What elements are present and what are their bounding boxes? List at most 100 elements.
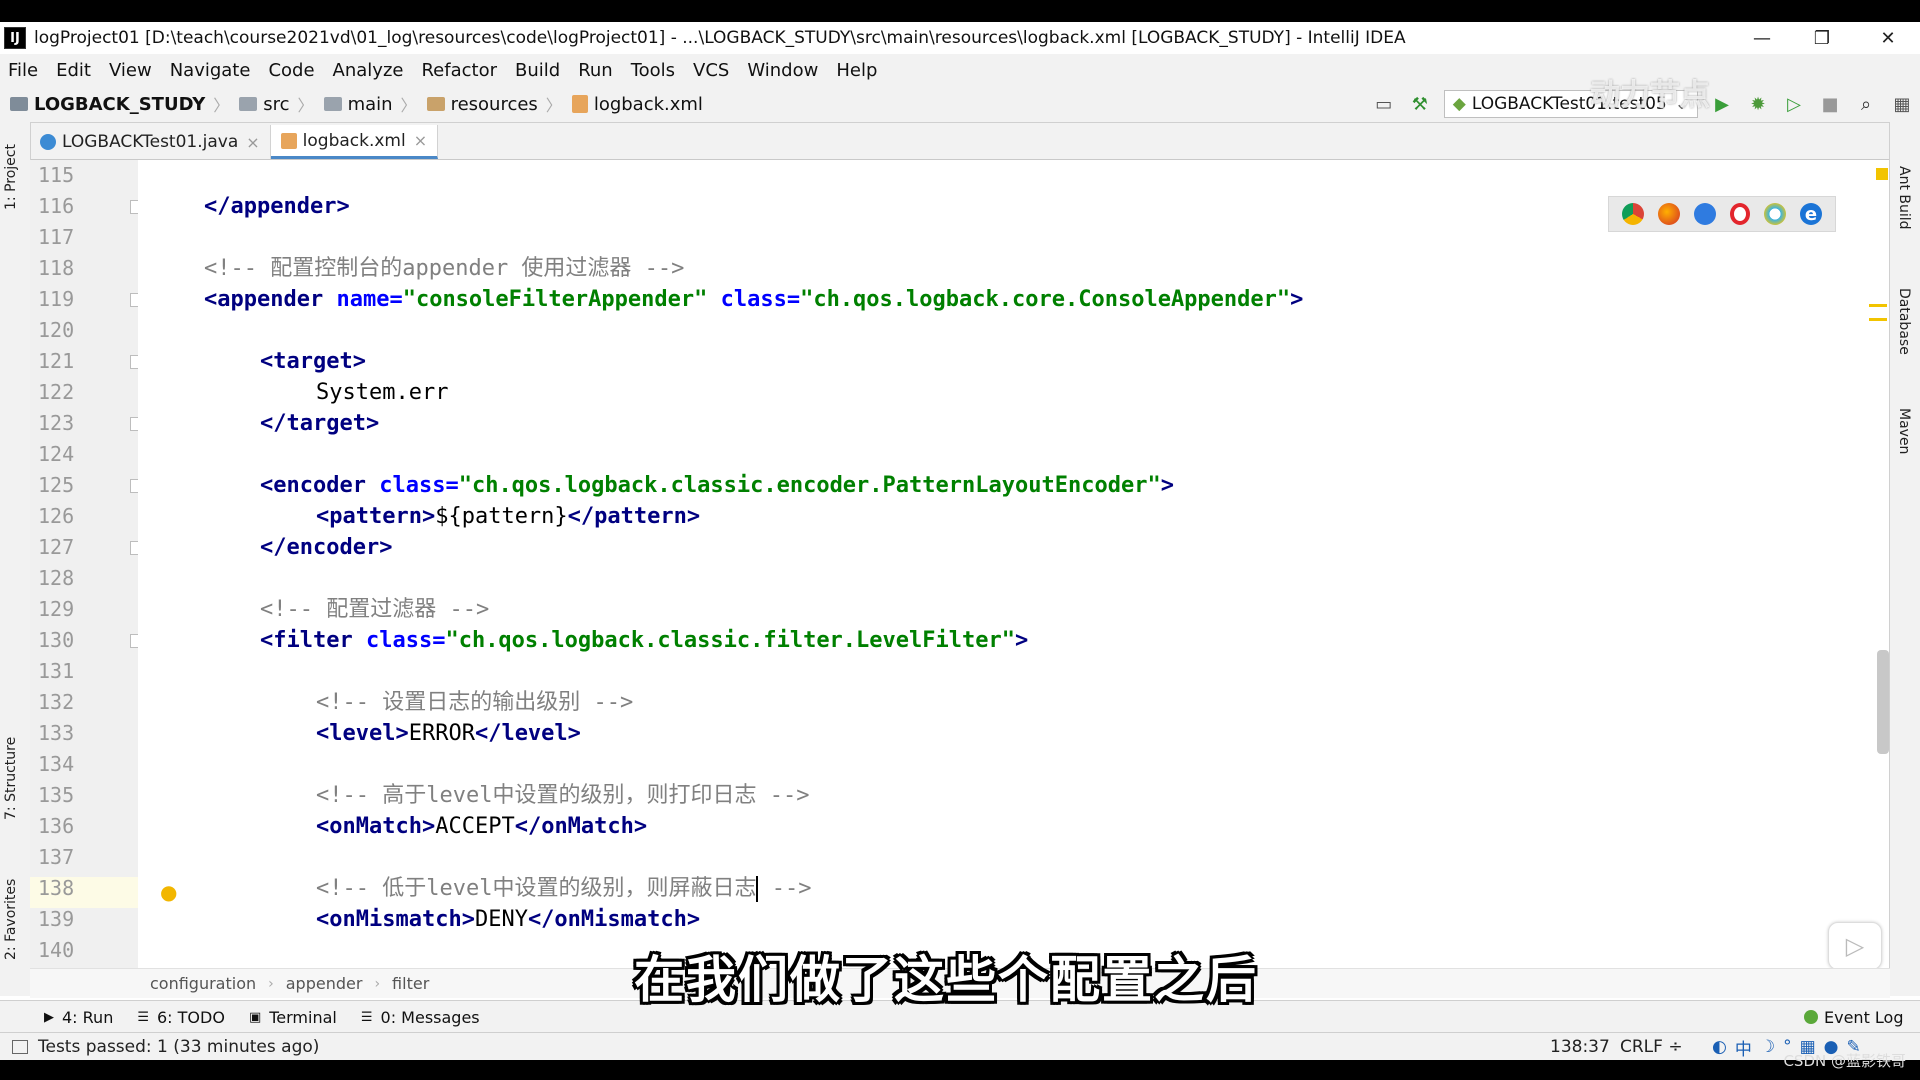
error-stripe-mark[interactable] [1869, 318, 1887, 321]
menu-window[interactable]: Window [739, 60, 828, 81]
structure-tool-button[interactable]: 7: Structure [3, 737, 19, 820]
line-number: 123 [38, 411, 75, 435]
tab-logbacktest01-java[interactable]: LOGBACKTest01.java × [30, 125, 271, 159]
line-separator-select[interactable]: CRLF ÷ [1620, 1033, 1683, 1061]
stop-icon[interactable]: ■ [1818, 92, 1842, 116]
ie-icon[interactable] [1764, 203, 1786, 225]
code-line-127: </encoder> [260, 532, 392, 563]
menu-vcs[interactable]: VCS [685, 60, 739, 81]
comment-end: --> [758, 876, 812, 901]
run-tool-button[interactable]: ▶ 4: Run [44, 1008, 113, 1027]
line-number: 139 [38, 907, 75, 931]
warning-marker[interactable] [1876, 168, 1888, 180]
editor-tabs: LOGBACKTest01.java × logback.xml × [30, 123, 1890, 160]
nav-main[interactable]: main [323, 94, 393, 115]
ime-chinese-icon[interactable]: 中 [1735, 1035, 1752, 1060]
code-line-123: </target> [260, 408, 379, 439]
minimize-button[interactable]: — [1734, 22, 1790, 54]
messages-tool-button[interactable]: ☰ 0: Messages [361, 1008, 480, 1027]
safari-icon[interactable] [1694, 203, 1716, 225]
line-number: 121 [38, 349, 75, 373]
line-number: 137 [38, 845, 75, 869]
edge-icon[interactable]: e [1800, 203, 1822, 225]
close-appender-tag: </appender> [204, 194, 350, 219]
restore-button[interactable]: ❐ [1794, 22, 1850, 54]
tab-logback-xml[interactable]: logback.xml × [270, 125, 439, 159]
breadcrumb-filter[interactable]: filter [392, 974, 429, 993]
project-tool-button[interactable]: 1: Project [3, 144, 19, 210]
menu-code[interactable]: Code [260, 60, 324, 81]
close-window-button[interactable]: ✕ [1860, 22, 1916, 54]
onmismatch-value: DENY [474, 907, 528, 932]
tool-label: 6: TODO [157, 1007, 225, 1027]
chrome-icon[interactable] [1622, 203, 1644, 225]
structure-icon[interactable]: ▦ [1890, 92, 1914, 116]
tab-label: logback.xml [302, 130, 406, 151]
lightbulb-icon[interactable]: ● [160, 880, 177, 904]
menu-file[interactable]: File [0, 60, 48, 81]
line-number: 116 [38, 194, 75, 218]
frame-icon[interactable]: ▭ [1372, 92, 1396, 116]
code-editor[interactable]: </appender> <!-- 配置控制台的appender 使用过滤器 --… [138, 160, 1838, 968]
line-number: 131 [38, 659, 75, 683]
csdn-credit: CSDN @蓝影铁哥 [1783, 1052, 1906, 1070]
line-number: 119 [38, 287, 75, 311]
error-stripe-mark[interactable] [1869, 304, 1887, 307]
ant-build-tool-button[interactable]: Ant Build [1896, 166, 1912, 230]
firefox-icon[interactable] [1658, 203, 1680, 225]
menu-navigate[interactable]: Navigate [162, 60, 261, 81]
menu-view[interactable]: View [101, 60, 162, 81]
ime-logo-icon[interactable]: ◐ [1712, 1037, 1727, 1057]
terminal-tool-button[interactable]: ▣ Terminal [249, 1008, 337, 1027]
menu-run[interactable]: Run [570, 60, 623, 81]
breadcrumb-configuration[interactable]: configuration [150, 974, 256, 993]
video-subtitle: 在我们做了这些个配置之后 [634, 951, 1258, 1009]
chevron-right-icon: 〉 [545, 96, 562, 115]
event-log-button[interactable]: Event Log [1804, 1008, 1904, 1027]
close-tab-icon[interactable]: × [246, 133, 259, 152]
menu-build[interactable]: Build [507, 60, 570, 81]
maven-tool-button[interactable]: Maven [1896, 408, 1912, 454]
run-icon: ▶ [44, 1009, 54, 1025]
debug-icon[interactable]: ✹ [1746, 92, 1770, 116]
folder-icon [239, 97, 258, 111]
line-number: 132 [38, 690, 75, 714]
line-number: 133 [38, 721, 75, 745]
build-hammer-icon[interactable]: ⚒ [1408, 92, 1432, 116]
nav-logback-xml[interactable]: logback.xml [571, 94, 703, 115]
search-icon[interactable]: ⌕ [1854, 92, 1878, 116]
code-line-135: <!-- 高于level中设置的级别，则打印日志 --> [316, 780, 809, 811]
menu-edit[interactable]: Edit [48, 60, 101, 81]
play-bubble-icon[interactable]: ▷ [1828, 922, 1882, 970]
close-tab-icon[interactable]: × [414, 131, 427, 150]
favorites-tool-button[interactable]: 2: Favorites [3, 879, 19, 960]
opera-icon[interactable] [1730, 203, 1750, 225]
ime-moon-icon[interactable]: ☽ [1760, 1037, 1775, 1057]
line-number: 117 [38, 225, 75, 249]
xml-file-icon [280, 132, 297, 149]
editor-scrollbar-thumb[interactable] [1877, 650, 1889, 754]
window-title-bar: IJ logProject01 [D:\teach\course2021vd\0… [0, 22, 1920, 54]
run-icon[interactable]: ▶ [1710, 92, 1734, 116]
menu-help[interactable]: Help [828, 60, 887, 81]
status-position[interactable]: 138:37 [1550, 1033, 1610, 1061]
target-open-tag: <target> [260, 349, 366, 374]
todo-icon: ☰ [137, 1009, 149, 1025]
database-tool-button[interactable]: Database [1896, 288, 1912, 355]
nav-resources[interactable]: resources [426, 94, 538, 115]
status-toggle-icon[interactable] [12, 1040, 28, 1054]
appender-open-tag: <appender [204, 287, 324, 312]
top-black-bar [0, 0, 1920, 22]
todo-tool-button[interactable]: ☰ 6: TODO [137, 1008, 225, 1027]
nav-src[interactable]: src [239, 94, 290, 115]
nav-project[interactable]: LOGBACK_STUDY [10, 94, 205, 115]
project-folder-icon [10, 97, 28, 111]
line-number: 122 [38, 380, 75, 404]
run-coverage-icon[interactable]: ▷ [1782, 92, 1806, 116]
folder-icon [323, 97, 342, 111]
menu-analyze[interactable]: Analyze [325, 60, 414, 81]
tool-label: Terminal [269, 1007, 337, 1027]
menu-refactor[interactable]: Refactor [413, 60, 507, 81]
breadcrumb-appender[interactable]: appender [286, 974, 363, 993]
menu-tools[interactable]: Tools [623, 60, 685, 81]
